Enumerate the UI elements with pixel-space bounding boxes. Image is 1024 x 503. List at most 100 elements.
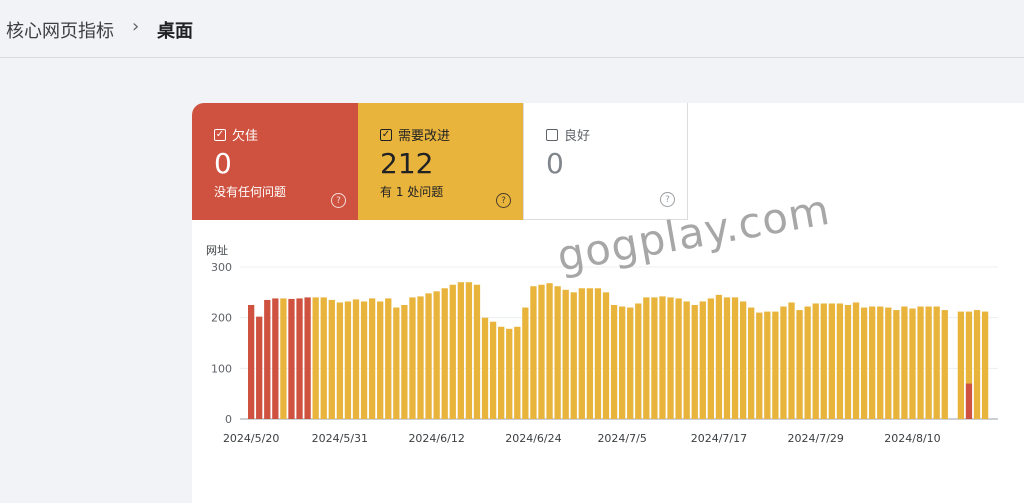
- x-tick-label: 2024/5/20: [223, 432, 279, 445]
- tile-poor-value: 0: [214, 147, 232, 180]
- bar-needs-improvement: [715, 294, 723, 419]
- bar-needs-improvement: [562, 289, 569, 419]
- tile-ni-header: ✓ 需要改进: [380, 125, 450, 144]
- bar-needs-improvement: [941, 310, 948, 419]
- bar-needs-improvement: [852, 302, 860, 419]
- x-tick-label: 2024/7/17: [691, 432, 747, 445]
- bar-needs-improvement: [659, 296, 666, 419]
- x-tick-label: 2024/7/29: [788, 432, 844, 445]
- tile-good-value: 0: [546, 147, 564, 180]
- bar-needs-improvement: [860, 307, 868, 419]
- bar-needs-improvement: [739, 301, 747, 419]
- bar-poor: [272, 298, 279, 419]
- bar-needs-improvement: [812, 303, 819, 419]
- tile-needs-improvement[interactable]: ✓ 需要改进 212 有 1 处问题 ?: [358, 103, 523, 220]
- bar-needs-improvement: [417, 296, 424, 419]
- bar-needs-improvement: [570, 292, 577, 419]
- tile-ni-subtext: 有 1 处问题: [380, 185, 444, 199]
- x-tick-label: 2024/8/10: [884, 432, 940, 445]
- bar-needs-improvement: [796, 310, 803, 419]
- bar-needs-improvement: [675, 298, 682, 419]
- bar-needs-improvement: [893, 310, 900, 419]
- tile-poor-label: 欠佳: [232, 129, 259, 144]
- bar-needs-improvement: [586, 288, 594, 419]
- breadcrumb-parent[interactable]: 核心网页指标: [6, 17, 114, 43]
- bar-needs-improvement: [764, 311, 771, 419]
- bar-needs-improvement: [368, 298, 376, 419]
- bar-needs-improvement: [610, 305, 618, 419]
- bar-poor: [256, 316, 263, 419]
- bar-needs-improvement: [691, 305, 698, 419]
- help-icon[interactable]: ?: [660, 192, 675, 207]
- tile-poor-subtext: 没有任何问题: [214, 185, 287, 199]
- bar-needs-improvement: [385, 298, 392, 419]
- bar-needs-improvement: [336, 302, 344, 419]
- bar-poor: [264, 299, 271, 419]
- bar-poor: [304, 297, 311, 419]
- checkbox-checked-icon[interactable]: ✓: [214, 128, 226, 141]
- top-bar: 核心网页指标 › 桌面: [0, 0, 1024, 58]
- bar-needs-improvement: [965, 311, 973, 384]
- bar-needs-improvement: [441, 288, 448, 419]
- bar-needs-improvement: [885, 307, 892, 419]
- bar-needs-improvement: [352, 299, 360, 419]
- bar-needs-improvement: [804, 306, 811, 419]
- bar-needs-improvement: [836, 303, 844, 419]
- bar-needs-improvement: [707, 298, 715, 419]
- bar-needs-improvement: [489, 321, 497, 419]
- breadcrumb-current: 桌面: [157, 21, 193, 42]
- bar-poor: [296, 298, 303, 419]
- tile-good[interactable]: 良好 0 ?: [523, 103, 688, 220]
- tile-good-label: 良好: [564, 129, 591, 144]
- bar-needs-improvement: [917, 306, 924, 419]
- bar-needs-improvement: [643, 297, 650, 419]
- help-icon[interactable]: ?: [496, 193, 511, 208]
- y-tick-label: 200: [211, 312, 232, 325]
- bar-needs-improvement: [481, 317, 489, 419]
- bar-needs-improvement: [828, 303, 835, 419]
- bar-needs-improvement: [465, 282, 473, 419]
- bar-needs-improvement: [328, 299, 335, 419]
- bar-needs-improvement: [844, 305, 852, 419]
- bar-needs-improvement: [973, 310, 981, 419]
- y-tick-label: 0: [225, 413, 232, 426]
- y-tick-label: 100: [211, 362, 232, 375]
- bar-needs-improvement: [409, 297, 416, 419]
- tile-poor-header: ✓ 欠佳: [214, 125, 258, 144]
- bar-needs-improvement: [957, 311, 965, 419]
- y-tick-label: 300: [211, 261, 232, 274]
- bar-needs-improvement: [723, 297, 731, 419]
- bar-needs-improvement: [731, 297, 739, 419]
- bar-needs-improvement: [377, 301, 384, 419]
- bar-needs-improvement: [788, 302, 795, 419]
- tile-poor[interactable]: ✓ 欠佳 0 没有任何问题 ?: [192, 103, 358, 220]
- tile-ni-value: 212: [380, 147, 434, 180]
- bar-needs-improvement: [320, 297, 327, 419]
- bar-poor: [965, 383, 973, 419]
- bar-needs-improvement: [393, 307, 400, 419]
- bar-needs-improvement: [344, 301, 352, 419]
- bar-needs-improvement: [820, 303, 827, 419]
- bar-needs-improvement: [602, 292, 610, 419]
- bar-needs-improvement: [312, 297, 319, 419]
- checkbox-unchecked-icon[interactable]: [546, 128, 558, 141]
- tile-good-header: 良好: [546, 125, 590, 144]
- bar-needs-improvement: [933, 306, 940, 419]
- bar-needs-improvement: [627, 307, 634, 419]
- bar-poor: [288, 298, 295, 419]
- help-icon[interactable]: ?: [331, 193, 346, 208]
- bar-needs-improvement: [498, 326, 505, 419]
- bar-needs-improvement: [699, 301, 706, 419]
- bar-needs-improvement: [756, 312, 763, 419]
- bar-needs-improvement: [473, 284, 481, 419]
- bar-needs-improvement: [683, 301, 690, 419]
- bar-needs-improvement: [594, 288, 602, 419]
- x-tick-label: 2024/6/12: [408, 432, 464, 445]
- bar-needs-improvement: [360, 301, 368, 419]
- bar-needs-improvement: [651, 297, 658, 419]
- bar-needs-improvement: [433, 291, 440, 419]
- bar-needs-improvement: [449, 284, 456, 419]
- checkbox-checked-icon[interactable]: ✓: [380, 128, 392, 141]
- bar-needs-improvement: [667, 297, 674, 419]
- bar-needs-improvement: [780, 306, 787, 419]
